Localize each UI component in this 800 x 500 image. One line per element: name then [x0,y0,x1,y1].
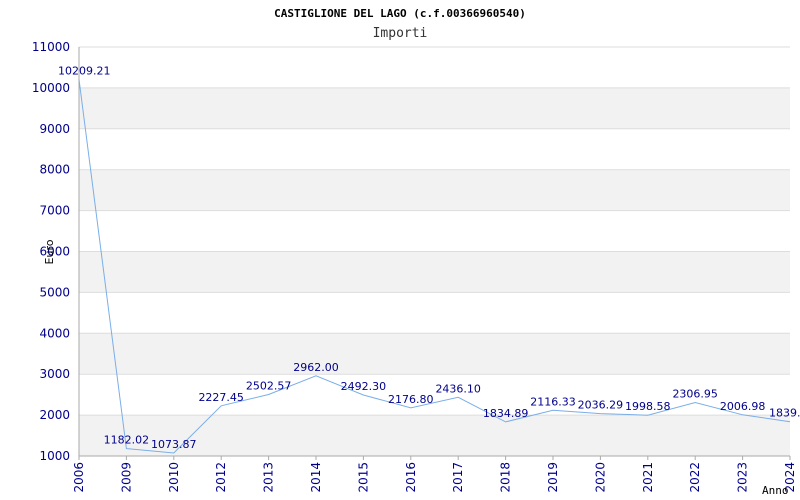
x-tick-label: 2013 [262,462,276,493]
plot-band [79,47,790,88]
data-label: 2436.10 [435,382,481,395]
y-tick-label: 9000 [39,122,70,136]
plot-band [79,210,790,252]
data-label: 1839.2 [769,407,800,420]
x-tick-label: 2010 [167,462,181,493]
y-axis-label: Euro [43,239,56,264]
plot-band [79,333,790,375]
plot-band [79,251,790,293]
data-label: 2962.00 [293,361,339,374]
data-label: 1182.02 [104,434,150,447]
data-label: 2036.29 [578,399,624,412]
y-tick-label: 2000 [39,408,70,422]
data-label: 1834.89 [483,407,529,420]
x-tick-label: 2014 [309,462,323,493]
plot-band [79,128,790,170]
x-tick-label: 2019 [546,462,560,493]
x-tick-label: 2012 [214,462,228,493]
x-tick-labels: 2006 2009 2010 2012 2013 2014 2015 2016 2017 2018… [72,462,797,493]
y-tick-label: 5000 [39,285,70,299]
y-tick-label: 8000 [39,163,70,177]
chart-title: CASTIGLIONE DEL LAGO (c.f.00366960540) [274,7,526,20]
y-tick-label: 11000 [32,40,70,54]
x-tick-label: 2023 [736,462,750,493]
x-axis-label: Anno [762,484,789,497]
y-tick-label: 4000 [39,326,70,340]
x-tick-label: 2016 [404,462,418,493]
x-tick-label: 2015 [356,462,370,493]
data-label: 1073.87 [151,438,197,451]
x-tick-label: 2020 [593,462,607,493]
y-tick-label: 1000 [39,449,70,463]
x-tick-label: 2017 [451,462,465,493]
x-tick-label: 2022 [688,462,702,493]
plot-band [79,292,790,334]
data-label: 2176.80 [388,393,434,406]
line-chart: 1000200030004000500060007000800090001000… [32,7,800,497]
plot-band [79,169,790,211]
y-tick-label: 10000 [32,81,70,95]
x-tick-label: 2021 [641,462,655,493]
y-tick-label: 7000 [39,204,70,218]
data-label: 10209.21 [58,64,111,77]
plot-band [79,87,790,129]
data-label: 2227.45 [198,391,244,404]
data-label: 2306.95 [672,388,718,401]
data-label: 2116.33 [530,395,576,408]
data-label: 2492.30 [341,380,387,393]
x-tick-label: 2009 [119,462,133,493]
x-tick-label: 2006 [72,462,86,493]
y-tick-label: 3000 [39,367,70,381]
data-label: 2502.57 [246,380,292,393]
data-label: 2006.98 [720,400,766,413]
chart-subtitle: Importi [373,26,428,41]
x-tick-label: 2018 [499,462,513,493]
data-label: 1998.58 [625,400,671,413]
